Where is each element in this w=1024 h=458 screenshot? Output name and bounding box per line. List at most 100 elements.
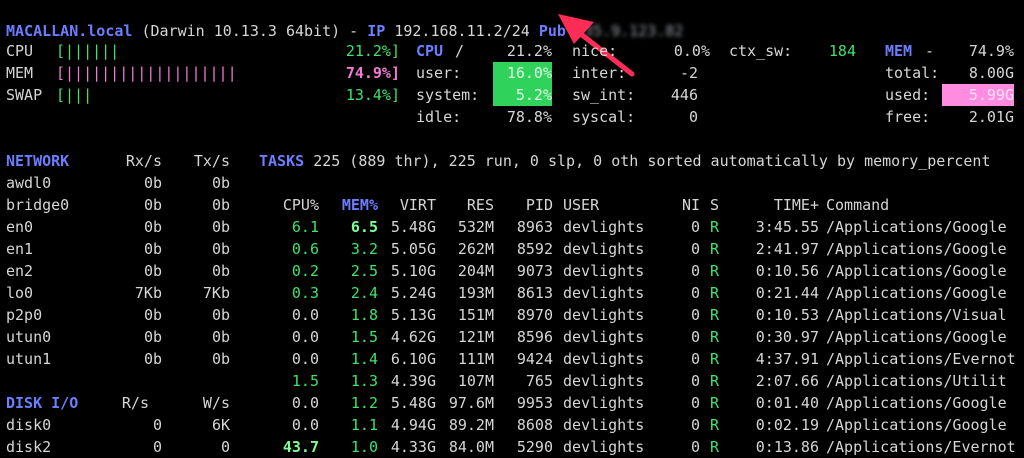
network-iface: utun1 xyxy=(6,350,52,368)
proc-cpu: 6.1 xyxy=(291,218,319,236)
proc-status: R xyxy=(710,394,720,412)
cpu-meter-value: 21.2%] xyxy=(345,42,400,60)
disk-name: disk0 xyxy=(6,416,52,434)
proc-command[interactable]: /Applications/Google xyxy=(826,216,1007,238)
network-tx: 7Kb xyxy=(202,284,230,302)
proc-res: 204M xyxy=(457,262,494,280)
network-iface: en0 xyxy=(6,218,34,236)
proc-virt: 6.10G xyxy=(390,350,436,368)
proc-ni: 0 xyxy=(690,262,700,280)
proc-pid: 8596 xyxy=(516,328,553,346)
proc-user: devlights xyxy=(563,372,645,390)
proc-mem: 1.1 xyxy=(350,416,378,434)
network-iface: awdl0 xyxy=(6,174,52,192)
proc-command[interactable]: /Applications/Google xyxy=(826,238,1007,260)
network-rx: 0b xyxy=(143,240,162,258)
proc-res: 111M xyxy=(457,350,494,368)
disk-r-header: R/s xyxy=(121,394,149,412)
proc-mem: 1.0 xyxy=(350,438,378,456)
ctx-sw-value: 184 xyxy=(828,42,856,60)
proc-virt: 5.10G xyxy=(390,262,436,280)
proc-command[interactable]: /Applications/Google xyxy=(826,260,1007,282)
syscal-value: 0 xyxy=(688,108,698,126)
network-tx: 0b xyxy=(211,218,230,236)
col-header-ni[interactable]: NI xyxy=(682,194,700,216)
proc-ni: 0 xyxy=(690,240,700,258)
proc-command[interactable]: /Applications/Visual xyxy=(826,304,1007,326)
os-info: (Darwin 10.13.3 64bit) - xyxy=(141,22,359,40)
proc-user: devlights xyxy=(563,306,645,324)
col-header-cpu[interactable]: CPU% xyxy=(283,194,319,216)
mem-panel-dash: - xyxy=(925,42,935,60)
network-rx: 7Kb xyxy=(134,284,162,302)
tasks-summary: 225 (889 thr), 225 run, 0 slp, 0 oth sor… xyxy=(313,152,991,170)
proc-user: devlights xyxy=(563,394,645,412)
proc-time: 3:45.55 xyxy=(755,218,819,236)
proc-pid: 8613 xyxy=(516,284,553,302)
proc-virt: 4.33G xyxy=(390,438,436,456)
proc-cpu: 0.0 xyxy=(291,350,319,368)
proc-pid: 8592 xyxy=(516,240,553,258)
mem-meter-value: 74.9%] xyxy=(345,64,400,82)
cpu-meter-bar: [|||||| xyxy=(56,42,120,60)
proc-virt: 5.48G xyxy=(390,218,436,236)
col-header-command[interactable]: Command xyxy=(826,194,889,216)
network-rx: 0b xyxy=(143,262,162,280)
proc-mem: 1.2 xyxy=(350,394,378,412)
proc-ni: 0 xyxy=(690,438,700,456)
col-header-s[interactable]: S xyxy=(710,194,719,216)
cpu-user-value: 16.0% xyxy=(493,62,552,84)
proc-time: 0:10.53 xyxy=(755,306,819,324)
proc-status: R xyxy=(710,284,720,302)
nice-label: nice: xyxy=(572,42,618,60)
mem-panel-title: MEM xyxy=(885,42,913,60)
proc-mem: 1.3 xyxy=(350,372,378,390)
proc-command[interactable]: /Applications/Google xyxy=(826,392,1007,414)
cpu-meter-label: CPU xyxy=(6,42,34,60)
cpu-idle-label: idle: xyxy=(416,108,462,126)
proc-cpu: 43.7 xyxy=(282,438,319,456)
syscal-label: syscal: xyxy=(572,108,636,126)
proc-res: 97.6M xyxy=(448,394,494,412)
col-header-mem[interactable]: MEM% xyxy=(342,194,378,216)
col-header-res[interactable]: RES xyxy=(467,194,494,216)
cpu-system-label: system: xyxy=(416,86,480,104)
proc-time: 0:21.44 xyxy=(755,284,819,302)
ctx-sw-label: ctx_sw: xyxy=(729,42,793,60)
proc-command[interactable]: /Applications/Evernot xyxy=(826,348,1016,370)
proc-virt: 4.94G xyxy=(390,416,436,434)
proc-command[interactable]: /Applications/Google xyxy=(826,282,1007,304)
col-header-time[interactable]: TIME+ xyxy=(774,194,819,216)
proc-cpu: 0.6 xyxy=(291,240,319,258)
col-header-virt[interactable]: VIRT xyxy=(400,194,436,216)
proc-pid: 5290 xyxy=(516,438,553,456)
network-rx: 0b xyxy=(143,328,162,346)
proc-res: 107M xyxy=(457,372,494,390)
proc-time: 4:37.91 xyxy=(755,350,819,368)
col-header-pid[interactable]: PID xyxy=(526,194,553,216)
mem-total-value: 8.00G xyxy=(968,64,1014,82)
disk-w-header: W/s xyxy=(202,394,230,412)
disk-write: 0 xyxy=(220,438,230,456)
proc-command[interactable]: /Applications/Evernot xyxy=(826,436,1016,458)
proc-mem: 1.5 xyxy=(350,328,378,346)
disk-write: 6K xyxy=(211,416,230,434)
proc-virt: 4.62G xyxy=(390,328,436,346)
proc-status: R xyxy=(710,328,720,346)
proc-command[interactable]: /Applications/Google xyxy=(826,414,1007,436)
proc-pid: 8963 xyxy=(516,218,553,236)
proc-command[interactable]: /Applications/Google xyxy=(826,326,1007,348)
col-header-user[interactable]: USER xyxy=(563,194,599,216)
proc-ni: 0 xyxy=(690,306,700,324)
mem-meter-bar: [||||||||||||||||||| xyxy=(56,64,237,82)
proc-res: 151M xyxy=(457,306,494,324)
proc-time: 0:30.97 xyxy=(755,328,819,346)
proc-res: 532M xyxy=(457,218,494,236)
proc-cpu: 0.0 xyxy=(291,416,319,434)
proc-user: devlights xyxy=(563,350,645,368)
nice-value: 0.0% xyxy=(673,42,710,60)
inter-value: -2 xyxy=(679,64,698,82)
proc-command[interactable]: /Applications/Utilit xyxy=(826,370,1007,392)
network-iface: lo0 xyxy=(6,284,34,302)
proc-res: 84.0M xyxy=(448,438,494,456)
